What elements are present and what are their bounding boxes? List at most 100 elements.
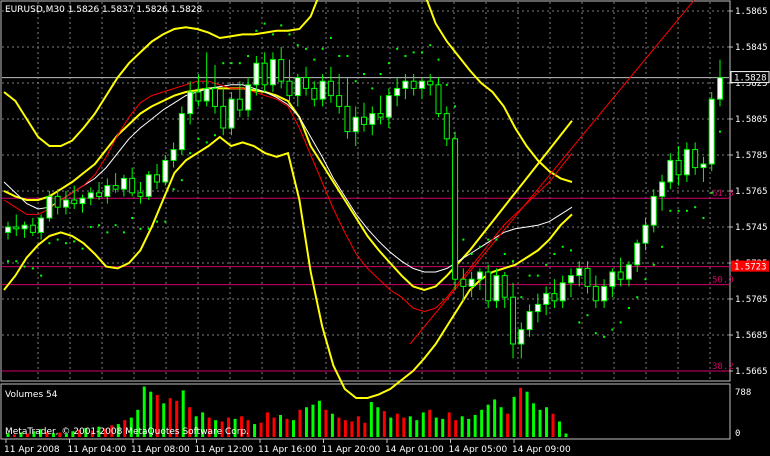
time-tick-label: 11 Apr 16:00	[258, 445, 317, 455]
candle-body	[170, 149, 177, 161]
sar-dot	[503, 253, 506, 255]
candle-body	[327, 80, 334, 97]
candle-body	[601, 285, 608, 302]
sar-dot	[512, 260, 515, 263]
volume-bar	[324, 409, 328, 437]
candle-body	[245, 84, 252, 111]
time-tick-label: 14 Apr 09:00	[512, 445, 571, 455]
volume-bar	[356, 416, 360, 437]
sar-dot	[122, 231, 125, 234]
candle-body	[609, 271, 616, 287]
candle-body	[675, 159, 682, 176]
time-tick-label: 11 Apr 04:00	[68, 445, 127, 455]
candle-body	[154, 174, 161, 183]
candle-body	[54, 195, 61, 208]
candle-body	[584, 267, 591, 287]
volume-bar	[253, 424, 257, 437]
sar-dot	[255, 29, 258, 32]
volume-bar	[363, 422, 367, 437]
chart-canvas: 61.850.038.2 1.58651.58451.58251.58051.5…	[0, 0, 770, 455]
price-tick-label: 1.5805	[735, 115, 768, 125]
candle-body	[460, 278, 467, 287]
bollinger-lower	[3, 135, 573, 399]
candle-body	[385, 95, 392, 118]
sar-dot	[578, 321, 581, 324]
candle-body	[435, 84, 442, 115]
volume-bar	[447, 412, 451, 437]
candle-body	[129, 177, 136, 194]
sar-dot	[147, 227, 150, 230]
candles	[5, 47, 723, 359]
candle-body	[29, 224, 36, 233]
volume-axis-bottom: 0	[735, 429, 740, 439]
candle-body	[659, 181, 666, 197]
sar-dot	[685, 209, 688, 212]
fib-level-label: 50.0	[712, 276, 734, 286]
sar-dot	[454, 105, 457, 108]
volume-bar	[317, 400, 321, 437]
candle-body	[452, 138, 459, 280]
sar-dot	[412, 51, 415, 54]
volume-bar	[402, 417, 406, 437]
candle-body	[46, 195, 53, 219]
marked-level-label: 1.5723	[734, 263, 767, 273]
time-tick-label: 11 Apr 20:00	[322, 445, 381, 455]
candle-body	[352, 116, 359, 133]
sar-dot	[23, 265, 26, 268]
time-tick-label: 11 Apr 08:00	[131, 445, 190, 455]
sar-dot	[305, 47, 308, 50]
candle-body	[344, 105, 351, 133]
candle-body	[634, 242, 641, 266]
candle-body	[683, 149, 690, 176]
candle-body	[369, 113, 376, 125]
candle-body	[617, 271, 624, 280]
sar-dot	[213, 134, 216, 137]
sar-dot	[528, 274, 531, 277]
sar-dot	[420, 51, 423, 54]
candle-body	[96, 192, 103, 197]
candle-body	[195, 91, 202, 102]
candle-body	[71, 199, 78, 205]
candle-body	[592, 285, 599, 302]
sar-dot	[64, 242, 67, 245]
candle-body	[394, 87, 401, 97]
volume-bar	[486, 404, 490, 437]
volume-bar	[441, 418, 445, 437]
sar-dot	[603, 335, 606, 338]
sar-dot	[338, 55, 341, 57]
sar-dot	[131, 217, 134, 219]
volume-bar	[538, 409, 542, 437]
sar-dot	[296, 44, 299, 47]
sar-dot	[180, 179, 183, 182]
volume-bar	[434, 417, 438, 437]
candle-body	[717, 77, 723, 100]
price-axis: 1.58651.58451.58251.58051.57851.57651.57…	[729, 7, 768, 377]
volume-bar	[376, 407, 380, 437]
sar-dot	[445, 83, 448, 86]
sar-dot	[636, 296, 639, 299]
candle-body	[625, 264, 632, 280]
sar-dot	[73, 240, 76, 243]
volume-label: Volumes 54	[5, 390, 58, 400]
candle-body	[427, 80, 434, 86]
candle-body	[667, 159, 674, 183]
sar-dot	[56, 238, 59, 241]
candle-body	[443, 113, 450, 140]
sar-dot	[487, 238, 490, 241]
candle-body	[567, 275, 574, 284]
volume-bar	[291, 420, 295, 437]
sar-dot	[189, 152, 192, 155]
volume-bar	[551, 413, 555, 437]
volume-bar	[408, 416, 412, 437]
sar-dot	[652, 263, 655, 266]
candle-body	[501, 275, 508, 298]
candle-body	[145, 174, 152, 197]
volume-bar	[545, 407, 549, 437]
sar-dot	[545, 263, 548, 266]
sar-dot	[561, 245, 564, 248]
candle-body	[286, 80, 293, 97]
volume-bar	[532, 403, 536, 437]
candle-body	[79, 197, 86, 205]
sar-dot	[586, 314, 589, 317]
sar-dot	[520, 296, 523, 299]
